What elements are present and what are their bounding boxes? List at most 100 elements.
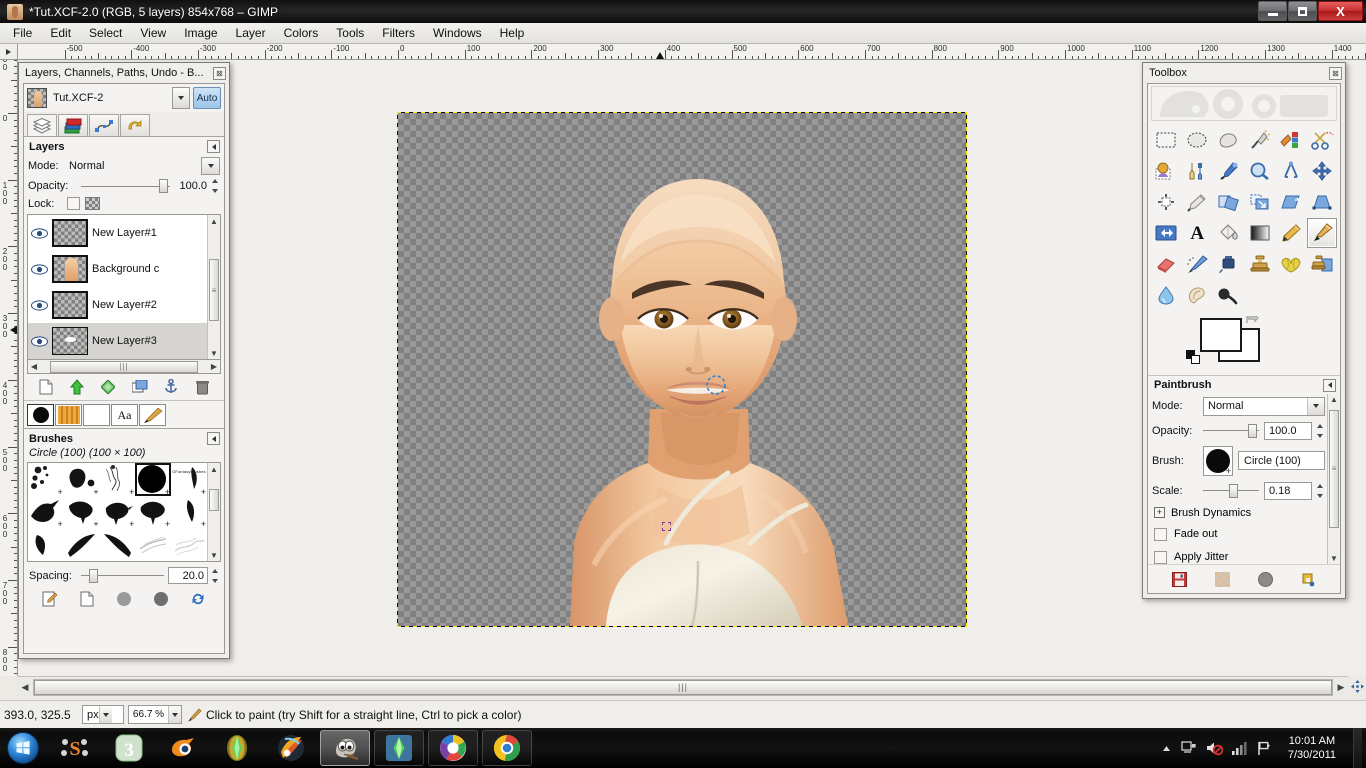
scale-tool[interactable] [1244, 187, 1274, 217]
taskbar-chrome[interactable] [482, 730, 532, 766]
clone-tool[interactable] [1244, 249, 1274, 279]
dodge-burn-tool[interactable] [1213, 280, 1243, 310]
layers-menu-icon[interactable] [207, 140, 220, 153]
paths-tool[interactable] [1182, 156, 1212, 186]
layer-mode-dropdown-icon[interactable] [201, 157, 220, 175]
menu-file[interactable]: File [4, 24, 41, 42]
new-layer-group-button[interactable] [129, 378, 151, 396]
menu-tools[interactable]: Tools [327, 24, 373, 42]
swap-colors-icon[interactable] [1246, 313, 1259, 329]
alignment-tool[interactable] [1151, 187, 1181, 217]
brush-grid[interactable]: + + + + + GFantasyBrushes + + + + + ▲ ▼ [27, 462, 221, 562]
horizontal-ruler[interactable]: -500 -400 -300 -200 -100 0 100 200 300 400 500 600 7… [18, 44, 1366, 60]
menu-help[interactable]: Help [491, 24, 534, 42]
table-row[interactable]: New Layer#1 [28, 215, 207, 251]
layer-visibility-eye-icon[interactable] [31, 262, 48, 276]
brush-item[interactable] [28, 528, 64, 561]
table-row[interactable]: Background c [28, 251, 207, 287]
brush-preview-button[interactable]: + [1203, 445, 1233, 476]
start-button[interactable] [0, 729, 46, 767]
table-row[interactable]: New Layer#2 [28, 287, 207, 323]
ruler-origin-button[interactable] [0, 44, 18, 60]
zoom-selector[interactable]: 66.7 % [128, 705, 182, 724]
spacing-spinner[interactable] [212, 568, 220, 583]
restore-tool-options-button[interactable] [1212, 570, 1234, 588]
brush-scroll-thumb[interactable] [209, 489, 219, 511]
tool-options-scroll-down-arrow[interactable]: ▼ [1330, 552, 1338, 564]
tool-opacity-handle[interactable] [1248, 423, 1257, 438]
image-dropdown-icon[interactable] [172, 87, 190, 109]
brush-item[interactable]: + [171, 496, 207, 529]
brush-item[interactable]: + [100, 463, 136, 496]
layer-visibility-eye-icon[interactable] [31, 226, 48, 240]
tool-scale-slider[interactable] [1203, 483, 1259, 498]
layer-hscroll-thumb[interactable]: ||| [50, 360, 198, 373]
volume-muted-icon[interactable] [1206, 740, 1223, 756]
reset-tool-options-button[interactable] [1298, 570, 1320, 588]
fade-out-checkbox[interactable] [1154, 527, 1167, 541]
tool-brush-value[interactable]: Circle (100) [1238, 451, 1325, 471]
fuzzy-select-tool[interactable] [1244, 125, 1274, 155]
rect-select-tool[interactable] [1151, 125, 1181, 155]
brush-item[interactable] [64, 528, 100, 561]
flip-tool[interactable] [1151, 218, 1181, 248]
brush-item[interactable] [100, 528, 136, 561]
tab-layers[interactable] [27, 114, 57, 136]
tool-scale-handle[interactable] [1229, 483, 1238, 498]
crop-tool[interactable] [1182, 187, 1212, 217]
brush-item[interactable]: + [135, 496, 171, 529]
foreground-color-swatch[interactable] [1200, 318, 1242, 353]
brush-dynamics-expander[interactable]: + Brush Dynamics [1152, 503, 1325, 523]
reset-colors-icon[interactable] [1186, 350, 1201, 365]
taskbar-fl-studio[interactable] [266, 730, 316, 766]
scroll-left-arrow[interactable]: ◀ [18, 678, 32, 697]
delete-brush-button[interactable] [150, 590, 172, 608]
scissors-select-tool[interactable] [1307, 125, 1337, 155]
image-canvas[interactable] [397, 112, 967, 627]
taskbar-sculptris[interactable]: S [50, 730, 100, 766]
heal-tool[interactable] [1276, 249, 1306, 279]
taskbar-sims3-launcher[interactable] [212, 730, 262, 766]
layers-dock-close-icon[interactable]: ⊠ [213, 66, 226, 80]
tool-opacity-slider[interactable] [1203, 423, 1259, 438]
tab-tool-presets[interactable] [139, 404, 166, 426]
tool-opacity-value[interactable]: 100.0 [1264, 421, 1312, 440]
tab-fonts[interactable]: Aa [111, 404, 138, 426]
zoom-dropdown-icon[interactable] [168, 706, 181, 723]
network-icon[interactable] [1181, 740, 1197, 756]
tab-patterns[interactable] [55, 404, 82, 426]
lock-alpha-icon[interactable] [85, 197, 100, 210]
spacing-handle[interactable] [89, 568, 98, 583]
close-button[interactable]: X [1318, 1, 1363, 21]
canvas-horizontal-scrollbar[interactable]: ◀ ||| ▶ [18, 676, 1348, 697]
show-desktop-button[interactable] [1353, 728, 1362, 768]
text-tool[interactable]: A [1182, 218, 1212, 248]
clock[interactable]: 10:01 AM 7/30/2011 [1280, 734, 1344, 762]
delete-layer-button[interactable] [191, 378, 213, 396]
layer-scroll-down-arrow[interactable]: ▼ [210, 347, 218, 359]
unit-selector[interactable]: px [82, 705, 124, 724]
tab-gradients[interactable] [83, 404, 110, 426]
tool-scale-value[interactable]: 0.18 [1264, 481, 1312, 500]
spacing-value[interactable]: 20.0 [168, 567, 208, 584]
navigation-preview-button[interactable] [1348, 676, 1366, 697]
tool-scale-spinner[interactable] [1317, 483, 1325, 498]
delete-tool-options-button[interactable] [1255, 570, 1277, 588]
bucket-fill-tool[interactable] [1213, 218, 1243, 248]
new-brush-button[interactable] [76, 590, 98, 608]
edit-brush-button[interactable] [39, 590, 61, 608]
brush-scroll-down-arrow[interactable]: ▼ [210, 549, 218, 561]
layer-hscroll-track[interactable]: ||| [40, 360, 208, 373]
airbrush-tool[interactable] [1182, 249, 1212, 279]
tab-brushes[interactable] [27, 404, 54, 426]
tab-paths[interactable] [89, 114, 119, 136]
paintbrush-tool[interactable] [1306, 218, 1337, 249]
brush-scroll-up-arrow[interactable]: ▲ [210, 463, 218, 475]
duplicate-layer-button[interactable] [97, 378, 119, 396]
spacing-slider[interactable] [81, 568, 164, 583]
menu-select[interactable]: Select [80, 24, 131, 42]
pencil-tool[interactable] [1276, 218, 1306, 248]
by-color-select-tool[interactable] [1276, 125, 1306, 155]
menu-colors[interactable]: Colors [275, 24, 328, 42]
new-layer-button[interactable] [35, 378, 57, 396]
